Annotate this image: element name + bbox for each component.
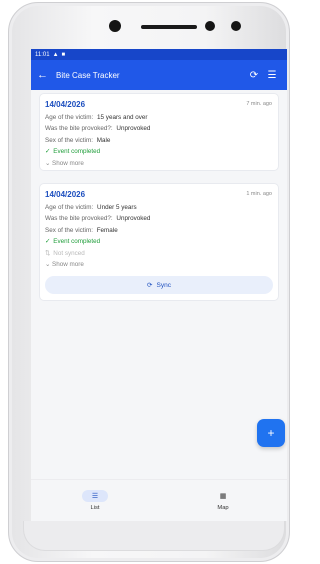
field-label: Was the bite provoked?:: [45, 125, 113, 132]
record-card[interactable]: 14/04/2026 7 min. ago Age of the victim:…: [39, 93, 279, 171]
event-status-label: Event completed: [53, 238, 101, 245]
nav-label: List: [90, 505, 100, 511]
sim-icon: ■: [61, 51, 66, 58]
event-status: ✓ Event completed: [45, 148, 273, 155]
nav-label: Map: [217, 505, 229, 511]
status-time: 11:01: [35, 51, 50, 58]
event-status: ✓ Event completed: [45, 238, 273, 245]
record-time-ago: 7 min. ago: [246, 101, 272, 107]
field-label: Sex of the victim:: [45, 226, 93, 234]
app-bar: ← Bite Case Tracker ⟳ ☰: [31, 60, 287, 90]
page-title: Bite Case Tracker: [56, 70, 120, 80]
bottom-navigation: ☰ List ▦ Map: [31, 479, 287, 521]
sync-status-label: Not synced: [53, 249, 85, 257]
record-card[interactable]: 14/04/2026 1 min. ago Age of the victim:…: [39, 183, 279, 301]
show-more-link[interactable]: ⌄ Show more: [45, 160, 273, 167]
field-value: 15 years and over: [97, 113, 148, 121]
screen: 11:01 ▲ ■ ← Bite Case Tracker ⟳ ☰ 14/04/…: [31, 49, 287, 521]
list-icon: ☰: [82, 490, 108, 502]
chevron-down-icon: ⌄: [45, 261, 51, 268]
earpiece-speaker: [141, 25, 197, 29]
sync-button[interactable]: ⟳ Sync: [45, 276, 273, 294]
field-row: Age of the victim: 15 years and over: [45, 114, 273, 121]
sync-button-label: Sync: [156, 281, 171, 289]
warning-icon: ▲: [52, 51, 59, 58]
check-icon: ✓: [45, 148, 51, 155]
show-more-link[interactable]: ⌄ Show more: [45, 261, 273, 268]
phone-frame: 11:01 ▲ ■ ← Bite Case Tracker ⟳ ☰ 14/04/…: [8, 2, 290, 562]
arrow-left-icon[interactable]: ←: [37, 69, 51, 81]
map-icon: ▦: [219, 493, 227, 500]
field-row: Sex of the victim: Male: [45, 137, 273, 144]
plus-icon: +: [267, 426, 275, 440]
sync-icon[interactable]: ⟳: [245, 70, 263, 81]
record-time-ago: 1 min. ago: [246, 191, 272, 197]
sensor-2: [231, 21, 241, 31]
record-date: 14/04/2026: [45, 100, 86, 109]
nav-item-list[interactable]: ☰ List: [31, 480, 159, 521]
field-value: Female: [96, 226, 118, 234]
record-date: 14/04/2026: [45, 190, 86, 199]
status-bar: 11:01 ▲ ■: [31, 49, 287, 60]
field-row: Was the bite provoked?: Unprovoked: [45, 125, 273, 132]
sync-icon: ⟳: [147, 282, 153, 289]
show-more-label: Show more: [52, 261, 84, 268]
filter-icon[interactable]: ☰: [263, 70, 281, 81]
field-label: Sex of the victim:: [45, 136, 93, 144]
field-value: Male: [96, 136, 111, 144]
nav-item-map[interactable]: ▦ Map: [159, 480, 287, 521]
sync-status: ⇅ Not synced: [45, 250, 273, 257]
chevron-down-icon: ⌄: [45, 159, 51, 167]
field-row: Age of the victim: Under 5 years: [45, 204, 273, 211]
field-row: Sex of the victim: Female: [45, 227, 273, 234]
field-label: Age of the victim:: [45, 113, 94, 121]
sync-off-icon: ⇅: [45, 249, 51, 257]
field-value: Unprovoked: [116, 125, 151, 132]
field-value: Under 5 years: [97, 203, 137, 211]
field-row: Was the bite provoked?: Unprovoked: [45, 215, 273, 222]
sensor: [205, 21, 215, 31]
field-label: Age of the victim:: [45, 203, 94, 211]
check-icon: ✓: [45, 238, 51, 245]
field-value: Unprovoked: [116, 215, 151, 222]
front-camera: [109, 20, 121, 32]
field-label: Was the bite provoked?:: [45, 215, 113, 222]
phone-chin: [23, 521, 285, 551]
show-more-label: Show more: [52, 159, 84, 167]
event-status-label: Event completed: [53, 148, 101, 155]
add-record-button[interactable]: +: [257, 419, 285, 447]
